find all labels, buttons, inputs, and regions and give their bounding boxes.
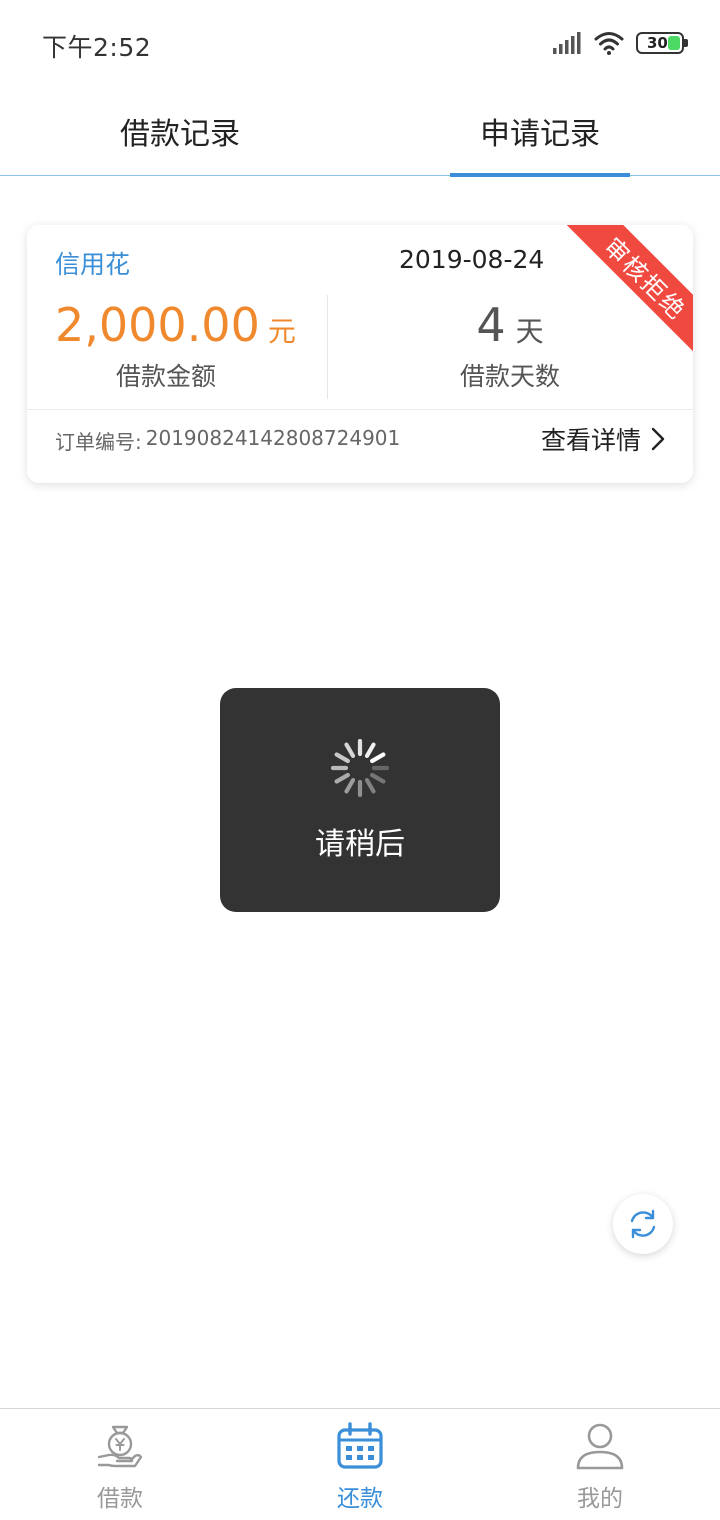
signal-icon (553, 32, 581, 54)
application-date: 2019-08-24 (399, 245, 545, 274)
record-tabs: 借款记录 申请记录 (0, 86, 720, 177)
tab-application-records[interactable]: 申请记录 (360, 86, 720, 177)
days-unit: 天 (515, 315, 544, 348)
product-name: 信用花 (55, 250, 131, 279)
order-number-label: 订单编号: (55, 430, 142, 454)
view-details-label: 查看详情 (540, 426, 641, 455)
amount-row: 2,000.00 元 (55, 298, 296, 352)
calendar-icon (337, 1422, 383, 1469)
battery-level: 30 (647, 34, 668, 52)
days-row: 4 天 (327, 298, 693, 352)
nav-borrow[interactable]: 借款 (0, 1409, 240, 1520)
chevron-right-icon (651, 427, 665, 451)
card-divider-horizontal (27, 409, 693, 410)
wifi-icon (594, 32, 624, 55)
amount-unit: 元 (267, 315, 296, 348)
nav-repay-label: 还款 (337, 1486, 383, 1512)
loan-amount: 2,000.00 (55, 298, 260, 352)
application-record-card[interactable]: 信用花 2019-08-24 审核拒绝 2,000.00 元 借款金额 4 天 … (27, 225, 693, 483)
loan-days: 4 (476, 298, 506, 352)
battery-icon: 30 (636, 32, 688, 54)
nav-me-label: 我的 (577, 1486, 623, 1512)
refresh-button[interactable] (613, 1194, 673, 1254)
status-icons: 30 (552, 28, 688, 58)
user-icon (576, 1423, 624, 1470)
loading-toast: 请稍后 (220, 688, 500, 912)
view-details-link[interactable]: 查看详情 (541, 421, 665, 457)
loading-spinner-icon (330, 738, 390, 798)
money-bag-hand-icon (97, 1425, 143, 1468)
tab-loan-records[interactable]: 借款记录 (0, 86, 360, 176)
loan-amount-label: 借款金额 (115, 362, 216, 391)
refresh-icon (630, 1209, 656, 1239)
loading-text: 请稍后 (315, 827, 405, 862)
status-bar: 下午2:52 30 (0, 0, 720, 86)
nav-borrow-label: 借款 (97, 1486, 143, 1512)
nav-me[interactable]: 我的 (480, 1409, 720, 1520)
loan-days-label: 借款天数 (459, 362, 560, 391)
nav-repay[interactable]: 还款 (240, 1409, 480, 1520)
order-number-row: 订单编号: 20190824142808724901 (55, 426, 400, 455)
status-time: 下午2:52 (42, 33, 152, 62)
order-number: 20190824142808724901 (145, 426, 401, 450)
bottom-nav: 借款 还款 我的 (0, 1408, 720, 1520)
